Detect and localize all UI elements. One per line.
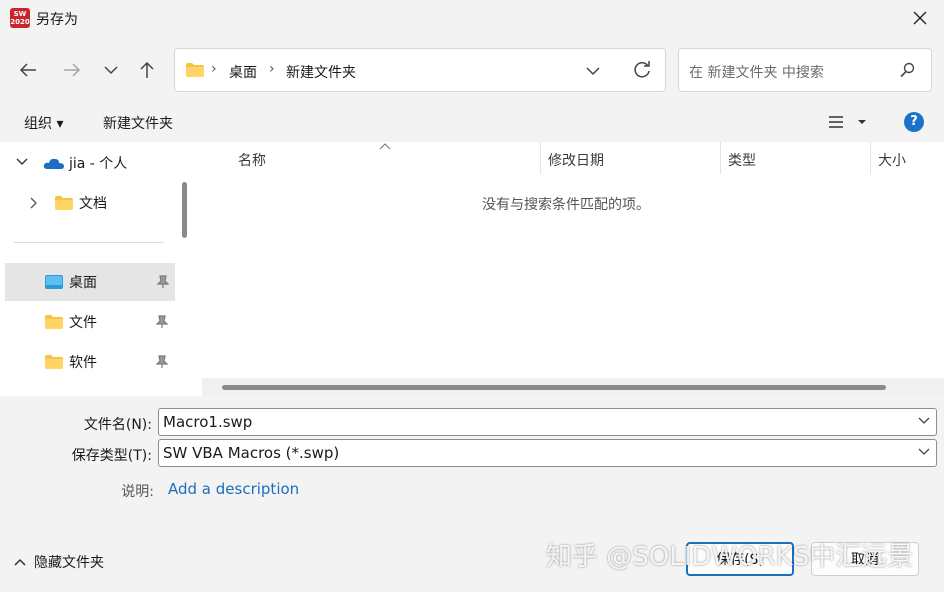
chevron-down-icon bbox=[104, 66, 118, 75]
window-title: 另存为 bbox=[36, 12, 78, 28]
onedrive-cloud-icon bbox=[43, 158, 64, 169]
pin-icon[interactable] bbox=[157, 275, 169, 289]
file-list: 名称 修改日期 类型 大小 没有与搜索条件匹配的项。 bbox=[196, 142, 944, 396]
recent-locations-button[interactable] bbox=[95, 54, 127, 86]
view-options-icon[interactable] bbox=[828, 115, 844, 129]
refresh-icon[interactable] bbox=[631, 59, 653, 81]
up-button[interactable] bbox=[131, 54, 163, 86]
breadcrumb-separator: › bbox=[269, 61, 275, 77]
chevron-down-icon[interactable] bbox=[918, 417, 930, 425]
folder-icon bbox=[186, 63, 204, 77]
organize-button[interactable]: 组织 ▾ bbox=[24, 113, 63, 133]
pin-icon[interactable] bbox=[156, 315, 168, 329]
address-bar[interactable]: › 桌面 › 新建文件夹 bbox=[174, 48, 666, 92]
help-icon[interactable]: ? bbox=[904, 112, 924, 132]
add-description-link[interactable]: Add a description bbox=[168, 480, 299, 498]
sidebar-item-documents[interactable]: 文档 bbox=[0, 184, 176, 222]
filetype-value: SW VBA Macros (*.swp) bbox=[163, 444, 340, 462]
column-divider[interactable] bbox=[870, 142, 871, 174]
column-divider[interactable] bbox=[720, 142, 721, 174]
save-button[interactable]: 保存(S) bbox=[686, 542, 794, 576]
column-header-name[interactable]: 名称 bbox=[238, 150, 266, 170]
expand-chevron-icon[interactable] bbox=[30, 197, 38, 209]
new-folder-button[interactable]: 新建文件夹 bbox=[103, 113, 173, 133]
filename-field[interactable]: Macro1.swp bbox=[158, 408, 937, 436]
horizontal-scroll-thumb[interactable] bbox=[222, 385, 886, 390]
save-form: 文件名(N): Macro1.swp 保存类型(T): SW VBA Macro… bbox=[0, 396, 944, 592]
expand-chevron-icon[interactable] bbox=[16, 158, 28, 166]
close-icon bbox=[913, 11, 927, 25]
empty-state-message: 没有与搜索条件匹配的项。 bbox=[482, 197, 650, 213]
search-icon[interactable] bbox=[899, 62, 915, 78]
sidebar-item-label: 文件 bbox=[69, 315, 97, 331]
filetype-select[interactable]: SW VBA Macros (*.swp) bbox=[158, 439, 937, 467]
title-bar: SW 2020 另存为 bbox=[0, 0, 944, 38]
sidebar-item-onedrive[interactable]: jia - 个人 bbox=[0, 144, 176, 182]
filename-value[interactable]: Macro1.swp bbox=[163, 413, 252, 431]
description-label: 说明: bbox=[121, 484, 154, 500]
breadcrumb-separator: › bbox=[211, 61, 217, 77]
back-button[interactable] bbox=[12, 54, 44, 86]
cancel-button[interactable]: 取消 bbox=[811, 542, 919, 576]
close-button[interactable] bbox=[908, 6, 932, 30]
search-box[interactable]: 在 新建文件夹 中搜索 bbox=[678, 48, 932, 92]
sidebar-item-label: 桌面 bbox=[69, 275, 97, 291]
column-header-size[interactable]: 大小 bbox=[878, 150, 906, 170]
sidebar-item-desktop[interactable]: 桌面 bbox=[5, 263, 175, 301]
hide-folders-toggle[interactable]: 隐藏文件夹 bbox=[14, 552, 104, 572]
filename-label: 文件名(N): bbox=[83, 417, 152, 433]
folder-icon bbox=[45, 355, 63, 369]
chevron-up-icon bbox=[14, 558, 26, 566]
column-divider[interactable] bbox=[540, 142, 541, 174]
pin-icon[interactable] bbox=[156, 355, 168, 369]
sidebar-item-label: 文档 bbox=[79, 196, 107, 212]
chevron-down-icon[interactable] bbox=[918, 448, 930, 456]
desktop-icon bbox=[45, 275, 63, 289]
navigation-bar: › 桌面 › 新建文件夹 在 新建文件夹 中搜索 bbox=[0, 38, 944, 102]
sidebar-item-label: jia - 个人 bbox=[69, 156, 128, 172]
back-arrow-icon bbox=[19, 63, 36, 77]
column-header-type[interactable]: 类型 bbox=[728, 150, 756, 170]
breadcrumb-desktop[interactable]: 桌面 bbox=[229, 62, 257, 82]
view-dropdown-icon[interactable] bbox=[857, 119, 867, 125]
folder-icon bbox=[55, 196, 73, 210]
column-header-modified[interactable]: 修改日期 bbox=[548, 150, 604, 170]
navigation-pane: jia - 个人 文档 桌面 文件 软件 bbox=[0, 142, 196, 396]
divider bbox=[14, 242, 164, 243]
folder-icon bbox=[45, 315, 63, 329]
up-arrow-icon bbox=[140, 61, 154, 78]
hide-folders-label: 隐藏文件夹 bbox=[34, 555, 104, 571]
filetype-label: 保存类型(T): bbox=[71, 448, 152, 464]
search-input[interactable]: 在 新建文件夹 中搜索 bbox=[689, 62, 824, 82]
breadcrumb-new-folder[interactable]: 新建文件夹 bbox=[286, 62, 356, 82]
sidebar-item-software[interactable]: 软件 bbox=[0, 343, 176, 381]
command-bar: 组织 ▾ 新建文件夹 ? bbox=[0, 102, 944, 142]
vertical-scrollbar[interactable] bbox=[182, 182, 187, 238]
sidebar-item-files[interactable]: 文件 bbox=[0, 303, 176, 341]
sort-ascending-icon bbox=[379, 143, 391, 150]
forward-button[interactable] bbox=[56, 54, 88, 86]
solidworks-app-icon: SW 2020 bbox=[10, 8, 30, 28]
horizontal-scrollbar[interactable] bbox=[202, 378, 944, 396]
forward-arrow-icon bbox=[64, 63, 81, 77]
address-dropdown-icon[interactable] bbox=[585, 61, 601, 81]
sidebar-item-label: 软件 bbox=[69, 355, 97, 371]
